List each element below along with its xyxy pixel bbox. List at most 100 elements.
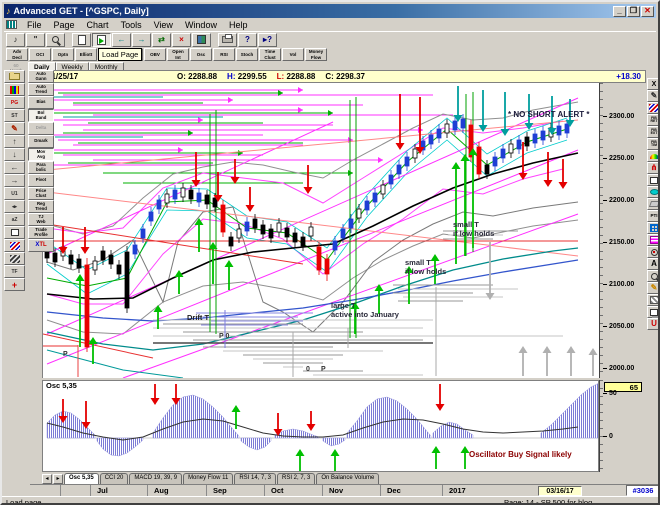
open-chart-icon[interactable] (4, 70, 25, 83)
price-chart-panel[interactable]: * NO SHORT ALERT * small T if low holds sm… (42, 83, 599, 378)
load-page-icon[interactable] (92, 32, 111, 47)
get-note-icon[interactable]: ♪ (6, 32, 25, 47)
help-icon[interactable]: ? (238, 32, 257, 47)
indicator-tab-rsi-2-7-3[interactable]: RSI 2, 7, 3 (277, 473, 316, 484)
close-button[interactable]: ✕ (641, 5, 654, 17)
new-page-icon[interactable] (72, 32, 91, 47)
zoom-in-icon[interactable] (647, 270, 658, 282)
pattern-icon[interactable] (647, 294, 658, 306)
study-btn-optn[interactable]: Optn (52, 48, 74, 61)
indicator-tab-osc-5-35[interactable]: Osc 5,35 (64, 473, 99, 484)
scroll-left-icon[interactable]: ← (4, 161, 25, 174)
grid-icon[interactable] (647, 222, 658, 234)
fib-time-icon[interactable]: FIB TIM (647, 138, 658, 150)
study-btn-elliott[interactable]: Elliott (75, 48, 97, 61)
study-delta[interactable]: Delta (28, 122, 54, 135)
oscillator-panel[interactable]: Osc 5,35 Oscillator Buy Signal likely (42, 380, 599, 472)
date-marker-box[interactable]: 03/16/17 (538, 486, 582, 496)
snapshot-icon[interactable] (647, 246, 658, 258)
copy-icon[interactable] (647, 306, 658, 318)
study-btn-oci[interactable]: OCI (29, 48, 51, 61)
color-pencil-icon[interactable]: ✎ (647, 282, 658, 294)
study-bol-band[interactable]: Bol Band (28, 109, 54, 122)
rectangle-icon[interactable] (647, 174, 658, 186)
menu-window[interactable]: Window (179, 19, 223, 31)
study-trade-profile[interactable]: Trade Profile (28, 226, 54, 239)
zoom-icon[interactable] (46, 32, 65, 47)
study-btn-obv[interactable]: OBV (144, 48, 166, 61)
sort-icon[interactable]: aZ (4, 213, 25, 226)
pti-icon[interactable]: PTI (647, 210, 658, 222)
menu-file[interactable]: File (21, 19, 48, 31)
study-auto-trend[interactable]: Auto Trend (28, 83, 54, 96)
menu-view[interactable]: View (148, 19, 179, 31)
study-btn-vol[interactable]: Vol (282, 48, 304, 61)
draw-pencil-icon[interactable]: ✎ (4, 122, 25, 135)
menu-page[interactable]: Page (48, 19, 81, 31)
timeframe-icon[interactable]: TF (4, 265, 25, 278)
scroll-down-icon[interactable]: ↓ (4, 148, 25, 161)
line-style-icon[interactable] (4, 239, 25, 252)
crosshair-icon[interactable]: + (4, 278, 25, 291)
page-layout-icon[interactable] (4, 83, 25, 96)
indicator-tab-rsi-14-7-3[interactable]: RSI 14, 7, 3 (234, 473, 276, 484)
menu-chart[interactable]: Chart (81, 19, 115, 31)
menu-tools[interactable]: Tools (115, 19, 148, 31)
scroll-up-icon[interactable]: ↑ (4, 135, 25, 148)
prev-page-icon[interactable]: ← (112, 32, 131, 47)
fib-retracement-icon[interactable]: FIB RET (647, 114, 658, 126)
quote-icon[interactable]: " (26, 32, 45, 47)
study-bias[interactable]: Bias (28, 96, 54, 109)
fib-extension-icon[interactable]: FIB EXT (647, 126, 658, 138)
scroll-right-icon[interactable]: → (4, 174, 25, 187)
study-tj-web[interactable]: TJ Web (28, 213, 54, 226)
indicator-tab-cci-20[interactable]: CCI 20 (99, 473, 129, 484)
units-icon[interactable]: U1 (4, 187, 25, 200)
gann-fan-icon[interactable] (647, 150, 658, 162)
maximize-button[interactable]: ❐ (627, 5, 640, 17)
study-btn-time-clust[interactable]: Time Clust (259, 48, 281, 61)
menu-help[interactable]: Help (223, 19, 254, 31)
child-window-icon[interactable] (6, 20, 17, 29)
expand-icon[interactable]: ◂▸ (4, 200, 25, 213)
close-chart-icon[interactable]: X (647, 78, 658, 90)
refresh-icon[interactable]: ⇄ (152, 32, 171, 47)
study-price-clust[interactable]: Price Clust (28, 187, 54, 200)
mob-icon[interactable] (647, 234, 658, 246)
price-axis[interactable]: 2350.00 2300.00 2250.00 2200.00 2150.00 2100.… (599, 83, 646, 378)
study-reg-trend[interactable]: Reg Trend (28, 200, 54, 213)
indicator-tab-macd-19-39-9[interactable]: MACD 19, 39, 9 (129, 473, 183, 484)
study-dmark[interactable]: Dmark (28, 135, 54, 148)
context-help-icon[interactable]: ▸? (258, 32, 277, 47)
gann-style-icon[interactable] (4, 252, 25, 265)
study-icon[interactable]: ST (4, 109, 25, 122)
study-btn-stoch[interactable]: Stoch (236, 48, 258, 61)
study-btn-money-flow[interactable]: Money Flow (305, 48, 327, 61)
next-page-icon[interactable]: → (132, 32, 151, 47)
minimize-button[interactable]: _ (613, 5, 626, 17)
delete-icon[interactable]: × (172, 32, 191, 47)
eraser-icon[interactable] (647, 198, 658, 210)
text-tool-icon[interactable]: A (647, 258, 658, 270)
trendline-icon[interactable] (647, 102, 658, 114)
indicator-tab-money-flow-11[interactable]: Money Flow 11 (183, 473, 234, 484)
box-tool-icon[interactable] (4, 226, 25, 239)
study-mov-avg[interactable]: Mov Avg (28, 148, 54, 161)
page-reset-icon[interactable]: PG (4, 96, 25, 109)
tabs-scroll-left[interactable]: ◂ (42, 474, 52, 484)
study-btn-adv-decl[interactable]: Adv Decl (6, 48, 28, 61)
study-btn-open-int[interactable]: Open Int (167, 48, 189, 61)
ellipse-icon[interactable] (647, 186, 658, 198)
tabs-scroll-right[interactable]: ▸ (53, 474, 63, 484)
study-btn-osc[interactable]: Osc (190, 48, 212, 61)
undo-icon[interactable]: U (647, 318, 658, 330)
study-pivot[interactable]: Pivot (28, 174, 54, 187)
study-btn-rsi[interactable]: RSI (213, 48, 235, 61)
indicator-tab-on-balance-volume[interactable]: On Balance Volume (316, 473, 380, 484)
pencil-icon[interactable]: ✎ (647, 90, 658, 102)
tile-windows-icon[interactable] (192, 32, 211, 47)
study-xtl[interactable]: X TL (28, 239, 54, 252)
pitchfork-icon[interactable]: ⋔ (647, 162, 658, 174)
study-auto-gann[interactable]: Auto Gann (28, 70, 54, 83)
print-icon[interactable] (218, 32, 237, 47)
